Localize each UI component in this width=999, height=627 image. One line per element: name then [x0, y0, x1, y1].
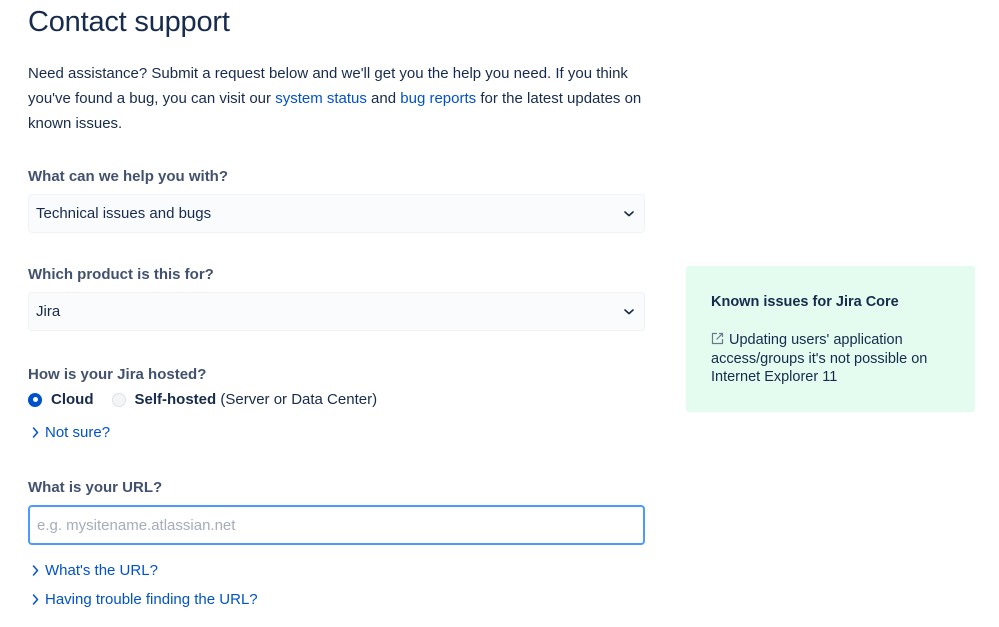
- help-with-label: What can we help you with?: [28, 168, 229, 185]
- help-with-select[interactable]: Technical issues and bugs: [28, 194, 645, 233]
- page-title: Contact support: [28, 6, 230, 38]
- hosting-radio-group: Cloud Self-hosted (Server or Data Center…: [28, 391, 377, 408]
- radio-selected-icon[interactable]: [28, 392, 42, 407]
- radio-cloud[interactable]: Cloud: [28, 391, 94, 408]
- not-sure-expander[interactable]: Not sure?: [32, 424, 110, 441]
- radio-self-hosted[interactable]: Self-hosted (Server or Data Center): [111, 391, 378, 408]
- product-label: Which product is this for?: [28, 266, 214, 283]
- known-issues-title: Known issues for Jira Core: [711, 294, 899, 310]
- chevron-right-icon: [32, 594, 39, 605]
- radio-unselected-icon[interactable]: [111, 392, 126, 407]
- known-issue-item[interactable]: Updating users' application access/group…: [711, 331, 950, 387]
- chevron-down-icon: [614, 293, 644, 330]
- bug-reports-link[interactable]: bug reports: [400, 90, 476, 107]
- chevron-right-icon: [32, 427, 39, 438]
- help-with-selected-value: Technical issues and bugs: [36, 205, 212, 222]
- hosting-label: How is your Jira hosted?: [28, 366, 207, 383]
- product-select[interactable]: Jira: [28, 292, 645, 331]
- url-label: What is your URL?: [28, 479, 163, 496]
- known-issues-panel: Known issues for Jira Core Updating user…: [686, 266, 975, 412]
- trouble-finding-url-expander[interactable]: Having trouble finding the URL?: [32, 591, 258, 608]
- system-status-link[interactable]: system status: [275, 90, 367, 107]
- whats-url-expander[interactable]: What's the URL?: [32, 562, 158, 579]
- intro-text: Need assistance? Submit a request below …: [28, 65, 642, 132]
- chevron-down-icon: [614, 195, 644, 232]
- self-hosted-note: (Server or Data Center): [220, 391, 378, 408]
- url-input[interactable]: [28, 505, 645, 545]
- external-link-icon: [711, 332, 724, 345]
- product-selected-value: Jira: [36, 303, 61, 320]
- chevron-right-icon: [32, 565, 39, 576]
